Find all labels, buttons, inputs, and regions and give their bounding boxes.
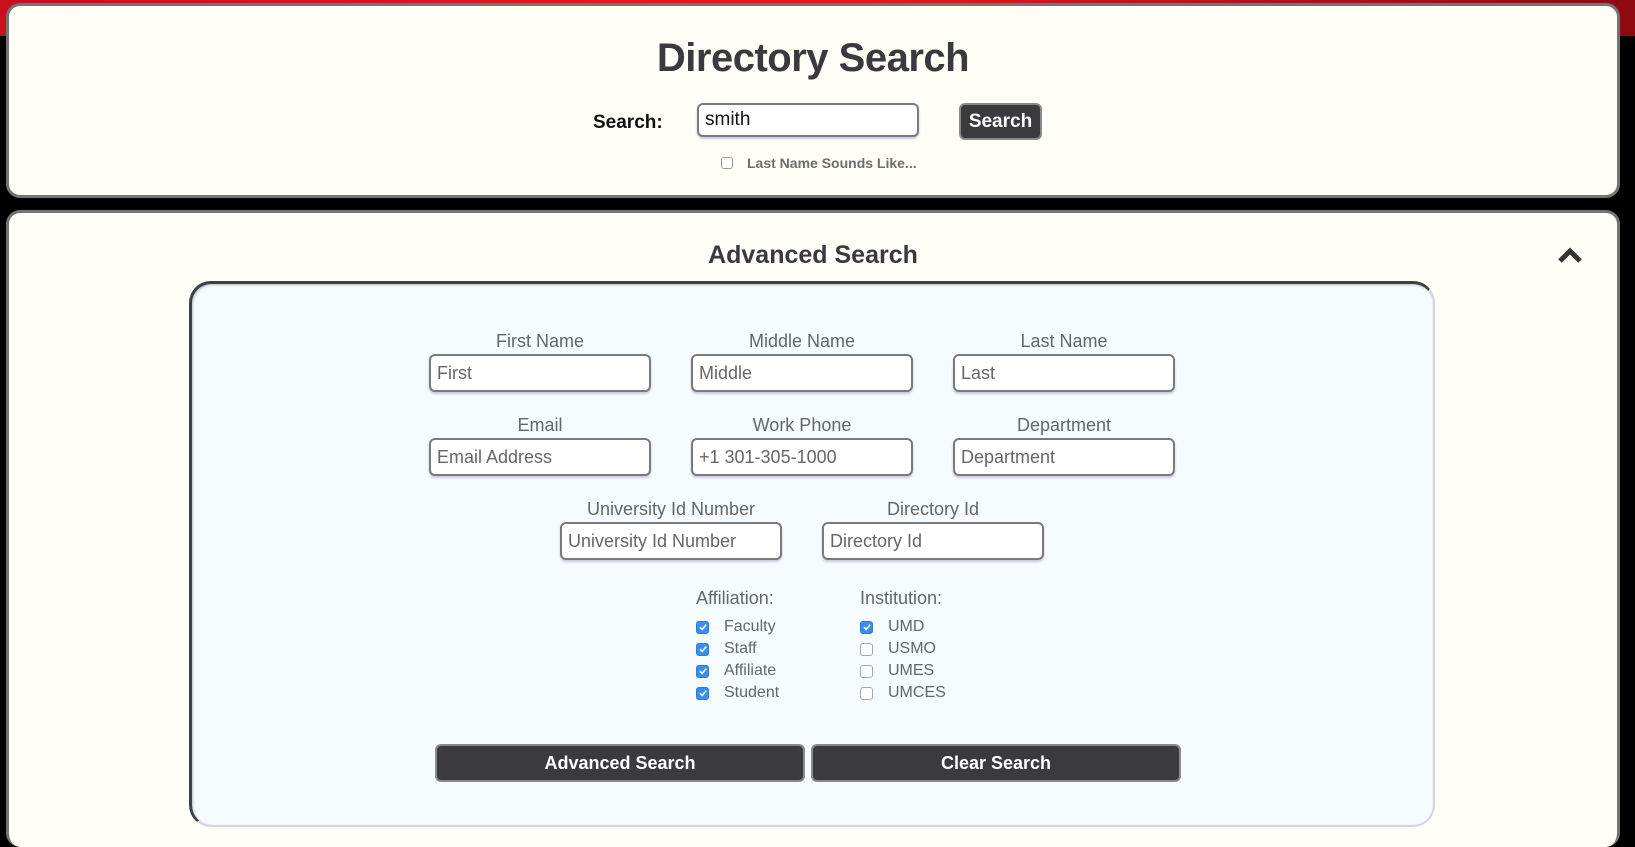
institution-checkbox-umes[interactable]	[860, 664, 873, 678]
email-field-group: Email	[429, 414, 651, 476]
affiliation-checkbox-faculty[interactable]	[696, 620, 709, 634]
institution-option-umd[interactable]: UMD	[860, 616, 946, 638]
affiliation-option-staff[interactable]: Staff	[696, 638, 779, 660]
advanced-search-form: First Name Middle Name Last Name Email W…	[189, 281, 1435, 827]
checkmark-icon	[698, 646, 707, 653]
first-name-input[interactable]	[429, 354, 651, 392]
page-title: Directory Search	[656, 36, 970, 80]
department-label: Department	[1016, 415, 1112, 435]
affiliation-option-student[interactable]: Student	[696, 682, 779, 704]
department-field-group: Department	[953, 414, 1175, 476]
directory-id-label: Directory Id	[886, 499, 980, 519]
search-label: Search:	[593, 112, 663, 133]
institution-options: UMD USMO UMES UMCES	[860, 616, 946, 704]
basic-search-panel: Directory Search Search: Search Last Nam…	[6, 3, 1620, 198]
directory-id-field-group: Directory Id	[822, 498, 1044, 560]
checkmark-icon	[698, 668, 707, 675]
affiliation-option-affiliate[interactable]: Affiliate	[696, 660, 779, 682]
last-name-label: Last Name	[1020, 331, 1108, 351]
affiliation-title: Affiliation:	[696, 588, 774, 608]
affiliation-option-label: Faculty	[724, 618, 776, 635]
middle-name-field-group: Middle Name	[691, 330, 913, 392]
institution-title: Institution:	[860, 588, 943, 608]
work-phone-label: Work Phone	[752, 415, 852, 435]
affiliation-checkbox-staff[interactable]	[696, 642, 709, 656]
institution-option-label: UMCES	[888, 684, 946, 701]
affiliation-options: Faculty Staff Affiliate Student	[696, 616, 779, 704]
affiliation-checkbox-student[interactable]	[696, 686, 709, 700]
last-name-field-group: Last Name	[953, 330, 1175, 392]
directory-id-input[interactable]	[822, 522, 1044, 560]
institution-checkbox-umd[interactable]	[860, 620, 873, 634]
affiliation-option-label: Staff	[724, 640, 757, 657]
chevron-up-icon[interactable]	[1555, 243, 1585, 267]
clear-search-button[interactable]: Clear Search	[811, 744, 1181, 782]
middle-name-label: Middle Name	[748, 331, 856, 351]
institution-option-label: USMO	[888, 640, 936, 657]
checkmark-icon	[698, 690, 707, 697]
work-phone-field-group: Work Phone	[691, 414, 913, 476]
university-id-field-group: University Id Number	[560, 498, 782, 560]
institution-option-usmo[interactable]: USMO	[860, 638, 946, 660]
department-input[interactable]	[953, 438, 1175, 476]
search-input[interactable]	[697, 103, 919, 137]
institution-checkbox-umces[interactable]	[860, 686, 873, 700]
advanced-search-button[interactable]: Advanced Search	[435, 744, 805, 782]
advanced-search-panel: Advanced Search First Name Middle Name L…	[6, 210, 1620, 847]
institution-checkbox-usmo[interactable]	[860, 642, 873, 656]
institution-option-label: UMD	[888, 618, 925, 635]
email-label: Email	[517, 415, 563, 435]
sounds-like-label: Last Name Sounds Like...	[747, 155, 917, 171]
sounds-like-option[interactable]: Last Name Sounds Like...	[721, 155, 917, 171]
institution-option-umces[interactable]: UMCES	[860, 682, 946, 704]
university-id-label: University Id Number	[586, 499, 756, 519]
sounds-like-checkbox[interactable]	[721, 157, 733, 169]
last-name-input[interactable]	[953, 354, 1175, 392]
middle-name-input[interactable]	[691, 354, 913, 392]
affiliation-checkbox-affiliate[interactable]	[696, 664, 709, 678]
affiliation-group: Affiliation: Faculty Staff Affiliate Studen…	[696, 586, 779, 704]
work-phone-input[interactable]	[691, 438, 913, 476]
university-id-input[interactable]	[560, 522, 782, 560]
affiliation-option-faculty[interactable]: Faculty	[696, 616, 779, 638]
advanced-search-heading: Advanced Search	[708, 241, 918, 269]
affiliation-option-label: Student	[724, 684, 780, 701]
affiliation-option-label: Affiliate	[724, 662, 777, 679]
institution-option-umes[interactable]: UMES	[860, 660, 946, 682]
first-name-label: First Name	[495, 331, 584, 351]
institution-group: Institution: UMD USMO UMES UMCES	[860, 586, 946, 704]
email-input[interactable]	[429, 438, 651, 476]
checkmark-icon	[698, 624, 707, 631]
first-name-field-group: First Name	[429, 330, 651, 392]
checkmark-icon	[862, 624, 871, 631]
search-button[interactable]: Search	[959, 103, 1042, 140]
institution-option-label: UMES	[888, 662, 935, 679]
